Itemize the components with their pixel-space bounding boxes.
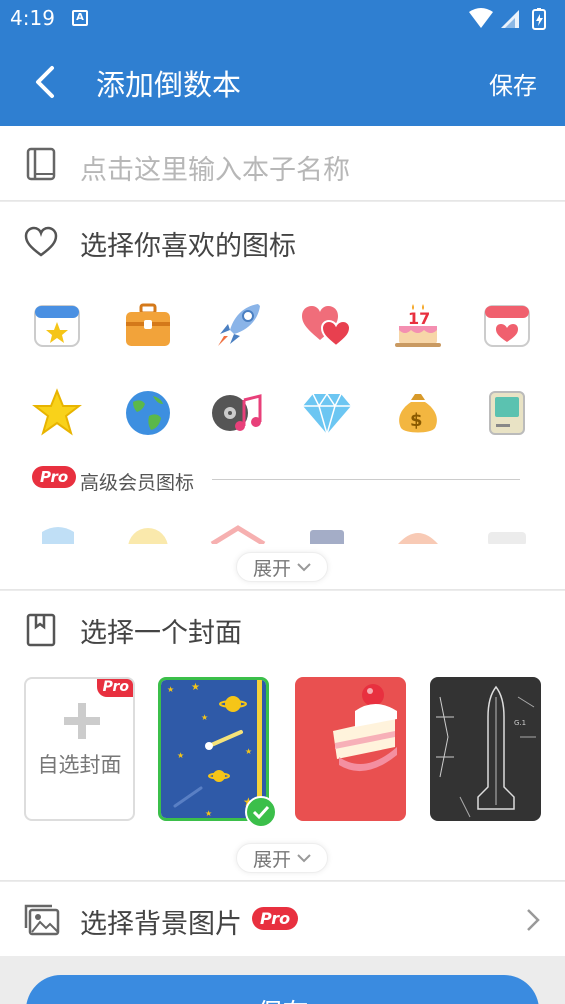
plus-icon bbox=[64, 703, 100, 739]
svg-text:★: ★ bbox=[177, 751, 184, 760]
svg-text:★: ★ bbox=[201, 713, 208, 722]
svg-text:17: 17 bbox=[408, 309, 430, 328]
diamond-icon[interactable] bbox=[300, 386, 354, 440]
image-gallery-icon bbox=[24, 904, 60, 936]
divider-line bbox=[212, 479, 520, 480]
custom-cover-label: 自选封面 bbox=[37, 753, 122, 777]
pro-badge: Pro bbox=[32, 466, 77, 488]
page-title: 添加倒数本 bbox=[96, 68, 242, 102]
space-shuttle-blueprint-cover[interactable]: G.1 bbox=[430, 677, 541, 821]
star-icon[interactable] bbox=[30, 386, 84, 440]
pro-badge: Pro bbox=[252, 907, 299, 930]
chevron-right-icon bbox=[527, 909, 540, 931]
expand-label: 展开 bbox=[252, 557, 291, 580]
status-time: 4:19 bbox=[10, 6, 55, 30]
background-picture-row[interactable]: 选择背景图片 Pro bbox=[0, 882, 565, 956]
earth-icon[interactable] bbox=[121, 386, 175, 440]
cover-picker-section: 选择一个封面 自选封面 Pro ★ ★ ★ ★ ★ ★ ★ G.1 展开 bbox=[0, 591, 565, 881]
notebook-icon bbox=[26, 147, 56, 181]
retro-computer-icon[interactable] bbox=[480, 386, 534, 440]
money-bag-icon[interactable]: $ bbox=[391, 386, 445, 440]
expand-covers-button[interactable]: 展开 bbox=[236, 843, 328, 873]
space-shuttle-blueprint-cover-art: G.1 bbox=[430, 677, 541, 821]
expand-icons-button[interactable]: 展开 bbox=[236, 552, 328, 582]
selected-check-icon bbox=[245, 796, 277, 828]
pro-badge: Pro bbox=[96, 679, 133, 697]
briefcase-icon[interactable] bbox=[121, 298, 175, 352]
svg-text:$: $ bbox=[410, 410, 423, 431]
calendar-heart-icon[interactable] bbox=[480, 298, 534, 352]
expand-label: 展开 bbox=[252, 848, 291, 871]
chevron-down-icon bbox=[297, 563, 311, 572]
save-button[interactable]: 保存 bbox=[489, 66, 537, 101]
notebook-name-field[interactable]: 点击这里输入本子名称 bbox=[0, 126, 565, 201]
hearts-icon[interactable] bbox=[300, 298, 354, 352]
strawberry-cake-cover[interactable] bbox=[295, 677, 406, 821]
strawberry-cake-cover-art bbox=[295, 677, 406, 821]
status-bar: 4:19 A bbox=[0, 0, 565, 38]
app-bar: 添加倒数本 保存 bbox=[0, 38, 565, 126]
birthday-cake-icon[interactable]: 17 bbox=[391, 298, 445, 352]
back-arrow-icon[interactable] bbox=[24, 60, 68, 104]
heart-outline-icon bbox=[24, 226, 58, 257]
svg-text:★: ★ bbox=[167, 685, 174, 694]
bottom-save-button[interactable]: 保存 bbox=[26, 975, 539, 1004]
svg-text:★: ★ bbox=[191, 682, 200, 693]
svg-text:★: ★ bbox=[205, 809, 212, 818]
pro-icons-preview bbox=[0, 514, 565, 544]
chevron-down-icon bbox=[297, 854, 311, 863]
bookmark-book-icon bbox=[26, 613, 56, 647]
system-status-icons bbox=[469, 8, 546, 30]
notebook-name-placeholder[interactable]: 点击这里输入本子名称 bbox=[80, 148, 350, 187]
calendar-star-icon[interactable] bbox=[30, 298, 84, 352]
icon-section-title: 选择你喜欢的图标 bbox=[80, 231, 296, 262]
pro-icons-divider: Pro 高级会员图标 bbox=[32, 466, 532, 494]
background-section-title: 选择背景图片 bbox=[80, 909, 242, 940]
rocket-icon[interactable] bbox=[212, 298, 266, 352]
svg-text:★: ★ bbox=[245, 747, 252, 756]
music-record-icon[interactable] bbox=[210, 386, 264, 440]
custom-cover-button[interactable]: 自选封面 Pro bbox=[24, 677, 135, 821]
pro-icons-label: 高级会员图标 bbox=[80, 472, 195, 494]
cover-section-title: 选择一个封面 bbox=[80, 618, 242, 649]
notification-icon: A bbox=[72, 10, 88, 26]
icon-picker-section: 选择你喜欢的图标 17 $ Pro 高级会员图标 展开 bbox=[0, 202, 565, 590]
svg-text:G.1: G.1 bbox=[514, 719, 526, 727]
